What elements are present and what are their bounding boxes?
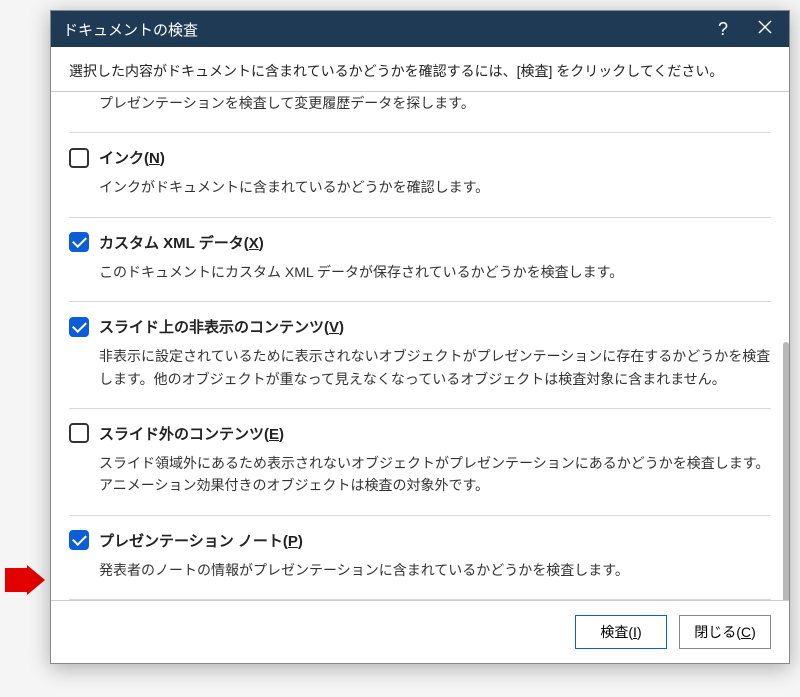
item-desc: 非表示に設定されているために表示されないオブジェクトがプレゼンテーションに存在す… xyxy=(99,345,771,390)
checkbox-presentation-notes[interactable] xyxy=(69,530,89,550)
item-title: インク(N) xyxy=(99,147,165,168)
item-title: プレゼンテーション ノート(P) xyxy=(99,530,303,551)
button-bar: 検査(I) 閉じる(C) xyxy=(51,600,789,663)
item-header: スライド外のコンテンツ(E) xyxy=(69,423,771,444)
inspect-item-revision-partial: プレゼンテーションを検査して変更履歴データを探します。 xyxy=(69,92,771,133)
checkbox-offslide-content[interactable] xyxy=(69,423,89,443)
item-title: カスタム XML データ(X) xyxy=(99,232,264,253)
titlebar-controls: ? xyxy=(711,19,777,40)
item-desc: このドキュメントにカスタム XML データが保存されているかどうかを検査します。 xyxy=(99,261,771,283)
inspect-button[interactable]: 検査(I) xyxy=(575,615,667,649)
instruction-text: 選択した内容がドキュメントに含まれているかどうかを確認するには、[検査] をクリ… xyxy=(51,47,789,91)
inspect-item-presentation-notes: プレゼンテーション ノート(P) 発表者のノートの情報がプレゼンテーションに含ま… xyxy=(69,516,771,600)
item-desc: 発表者のノートの情報がプレゼンテーションに含まれているかどうかを検査します。 xyxy=(99,559,771,581)
inspect-item-hidden-content: スライド上の非表示のコンテンツ(V) 非表示に設定されているために表示されないオ… xyxy=(69,302,771,409)
inspect-item-offslide-content: スライド外のコンテンツ(E) スライド領域外にあるため表示されないオブジェクトが… xyxy=(69,409,771,516)
dialog-title: ドキュメントの検査 xyxy=(63,19,711,40)
item-desc: インクがドキュメントに含まれているかどうかを確認します。 xyxy=(99,176,771,198)
scrollbar-thumb[interactable] xyxy=(783,342,789,600)
checkbox-hidden-content[interactable] xyxy=(69,317,89,337)
item-header: インク(N) xyxy=(69,147,771,168)
arrow-indicator xyxy=(5,565,40,595)
close-icon[interactable] xyxy=(753,19,777,40)
inspect-item-ink: インク(N) インクがドキュメントに含まれているかどうかを確認します。 xyxy=(69,133,771,217)
titlebar: ドキュメントの検査 ? xyxy=(51,11,789,47)
item-desc: スライド領域外にあるため表示されないオブジェクトがプレゼンテーションにあるかどう… xyxy=(99,452,771,497)
item-header: スライド上の非表示のコンテンツ(V) xyxy=(69,316,771,337)
help-button[interactable]: ? xyxy=(711,19,735,40)
item-desc: プレゼンテーションを検査して変更履歴データを探します。 xyxy=(99,92,771,114)
checkbox-custom-xml[interactable] xyxy=(69,232,89,252)
inspect-item-custom-xml: カスタム XML データ(X) このドキュメントにカスタム XML データが保存… xyxy=(69,218,771,302)
content-area: プレゼンテーションを検査して変更履歴データを探します。 インク(N) インクがド… xyxy=(51,91,789,600)
item-title: スライド外のコンテンツ(E) xyxy=(99,423,284,444)
item-title: スライド上の非表示のコンテンツ(V) xyxy=(99,316,344,337)
item-header: カスタム XML データ(X) xyxy=(69,232,771,253)
document-inspector-dialog: ドキュメントの検査 ? 選択した内容がドキュメントに含まれているかどうかを確認す… xyxy=(50,10,790,664)
close-button[interactable]: 閉じる(C) xyxy=(679,615,771,649)
checkbox-ink[interactable] xyxy=(69,148,89,168)
item-header: プレゼンテーション ノート(P) xyxy=(69,530,771,551)
